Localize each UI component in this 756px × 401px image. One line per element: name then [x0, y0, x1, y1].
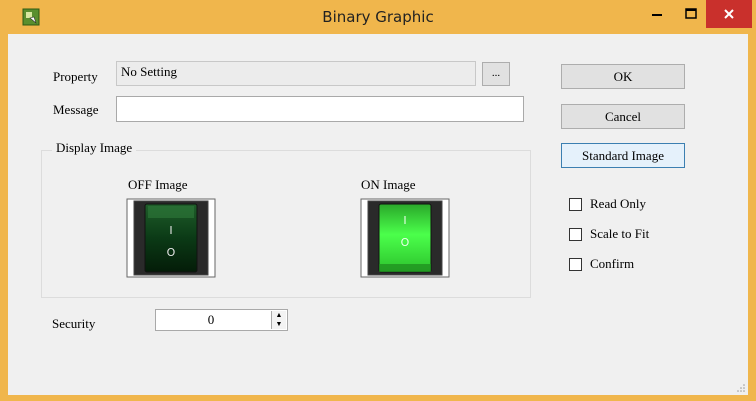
- property-label: Property: [53, 69, 98, 84]
- standard-image-button[interactable]: Standard Image: [561, 143, 685, 168]
- on-image-label: ON Image: [361, 177, 416, 192]
- read-only-checkbox[interactable]: [569, 198, 582, 211]
- binary-graphic-window: Binary Graphic Property No Setting ... M…: [0, 0, 756, 401]
- on-switch-top-glyph: I: [403, 214, 406, 227]
- off-image-label: OFF Image: [128, 177, 188, 192]
- ok-button[interactable]: OK: [561, 64, 685, 89]
- security-value[interactable]: 0: [156, 310, 266, 330]
- display-image-group: [41, 150, 531, 298]
- on-image-preview[interactable]: I O: [360, 198, 450, 278]
- on-switch-bottom-glyph: O: [401, 236, 410, 249]
- read-only-label[interactable]: Read Only: [590, 196, 646, 212]
- scale-to-fit-checkbox[interactable]: [569, 228, 582, 241]
- spin-up-icon[interactable]: ▲: [272, 311, 286, 320]
- close-icon: [724, 9, 734, 19]
- security-stepper[interactable]: 0 ▲ ▼: [155, 309, 288, 331]
- title-bar: Binary Graphic: [0, 0, 756, 34]
- off-image-preview[interactable]: I O: [126, 198, 216, 278]
- dialog-body: Property No Setting ... Message Display …: [8, 34, 748, 395]
- off-switch-bottom-glyph: O: [167, 246, 176, 259]
- scale-to-fit-label[interactable]: Scale to Fit: [590, 226, 649, 242]
- message-label: Message: [53, 102, 99, 117]
- confirm-checkbox[interactable]: [569, 258, 582, 271]
- off-switch-top-glyph: I: [169, 224, 172, 237]
- minimize-button[interactable]: [640, 0, 674, 28]
- confirm-label[interactable]: Confirm: [590, 256, 634, 272]
- resize-grip-icon[interactable]: [736, 383, 746, 393]
- maximize-icon: [685, 8, 697, 19]
- security-label: Security: [52, 316, 96, 331]
- message-field[interactable]: [116, 96, 524, 122]
- property-field[interactable]: No Setting: [116, 61, 476, 86]
- browse-button[interactable]: ...: [482, 62, 510, 86]
- spin-down-icon[interactable]: ▼: [272, 320, 286, 329]
- minimize-icon: [652, 14, 662, 16]
- display-image-group-title: Display Image: [52, 140, 137, 156]
- security-spin-buttons[interactable]: ▲ ▼: [271, 311, 286, 329]
- cancel-button[interactable]: Cancel: [561, 104, 685, 129]
- close-button[interactable]: [706, 0, 752, 28]
- maximize-button[interactable]: [674, 0, 708, 28]
